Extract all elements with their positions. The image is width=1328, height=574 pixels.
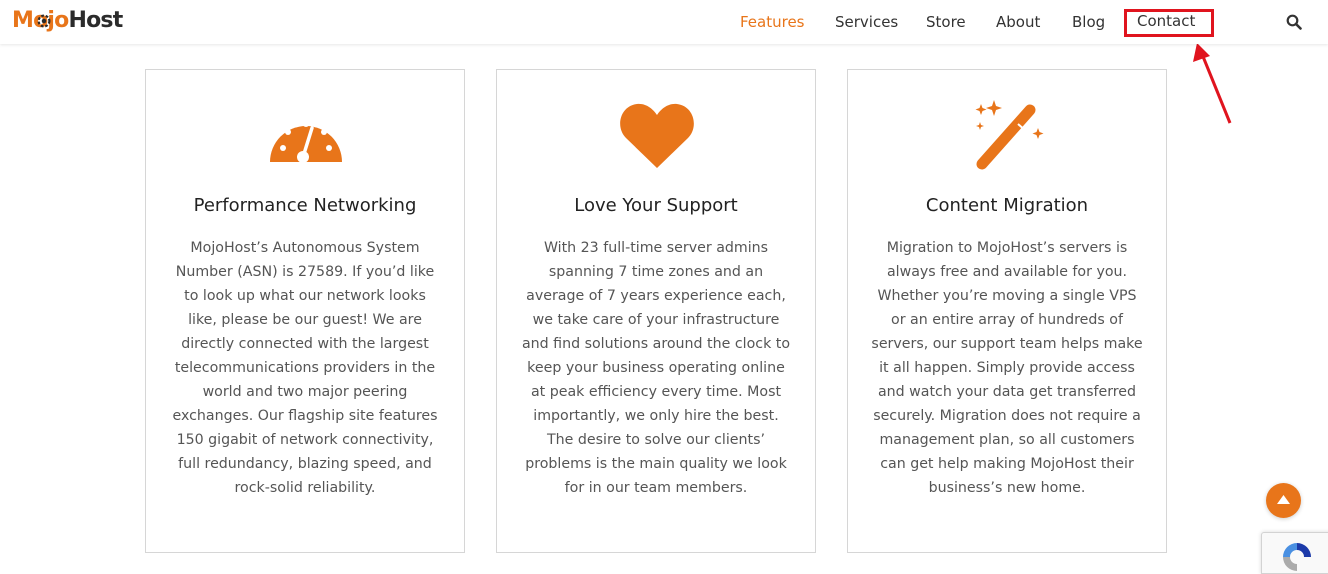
- feature-description: Migration to MojoHost’s servers is alway…: [871, 240, 1143, 496]
- gear-icon: [37, 14, 51, 28]
- feature-card-support: Love Your Support With 23 full-time serv…: [496, 69, 816, 553]
- feature-card-performance: Performance Networking MojoHost’s Autono…: [145, 69, 465, 553]
- top-navbar: MojoHost Features Services Store About B…: [0, 0, 1328, 44]
- nav-store[interactable]: Store: [926, 12, 966, 32]
- scroll-to-top-button[interactable]: [1266, 483, 1301, 518]
- feature-description: MojoHost’s Autonomous System Number (ASN…: [172, 240, 438, 496]
- nav-services[interactable]: Services: [835, 12, 898, 32]
- nav-about[interactable]: About: [996, 12, 1040, 32]
- magic-wand-icon: [975, 100, 1044, 170]
- speedometer-icon: [270, 121, 342, 163]
- feature-description: With 23 full-time server admins spanning…: [521, 240, 791, 496]
- chevron-up-icon: [1277, 495, 1290, 504]
- mojohost-logo[interactable]: MojoHost: [12, 7, 123, 35]
- annotation-arrow-icon: [1193, 43, 1232, 124]
- feature-title: Performance Networking: [193, 195, 417, 216]
- feature-card-migration: Content Migration Migration to MojoHost’…: [847, 69, 1167, 553]
- contact-highlight-box: [1124, 9, 1214, 37]
- nav-features[interactable]: Features: [740, 12, 805, 32]
- recaptcha-badge[interactable]: [1261, 532, 1328, 574]
- feature-title: Content Migration: [925, 195, 1089, 216]
- nav-blog[interactable]: Blog: [1072, 12, 1105, 32]
- search-icon[interactable]: [1286, 14, 1302, 30]
- feature-title: Love Your Support: [574, 195, 738, 216]
- heart-icon: [620, 103, 694, 168]
